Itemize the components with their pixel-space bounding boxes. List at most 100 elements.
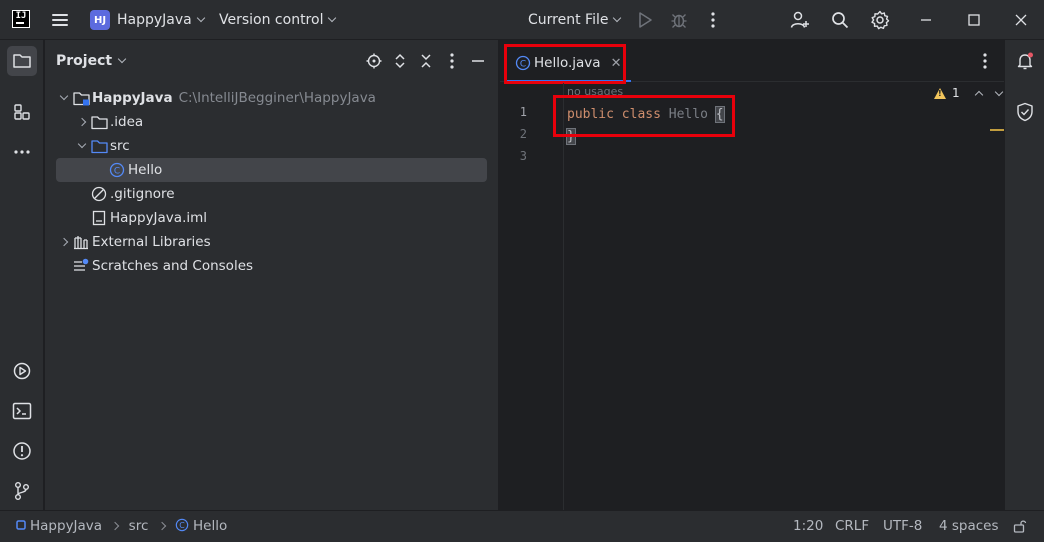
git-branch-icon: [15, 482, 29, 500]
tree-item-label: HappyJava.iml: [110, 210, 208, 226]
close-brace: }: [566, 128, 576, 145]
terminal-icon: [12, 402, 32, 420]
structure-tool-button[interactable]: [7, 97, 37, 127]
tab-hello-java[interactable]: C Hello.java ✕: [504, 46, 632, 82]
tree-item-gitignore[interactable]: .gitignore: [56, 182, 487, 206]
hide-panel-icon[interactable]: [469, 52, 487, 70]
folder-icon: [90, 113, 108, 131]
tree-item-idea[interactable]: .idea: [56, 110, 487, 134]
editor-tab-bar: C Hello.java ✕: [500, 40, 1004, 82]
indent-selector[interactable]: 4 spaces: [939, 518, 999, 534]
notifications-button[interactable]: [1010, 46, 1040, 76]
more-actions-icon[interactable]: [702, 9, 724, 31]
expand-arrow-icon[interactable]: [56, 90, 72, 106]
project-tool-button[interactable]: [7, 46, 37, 76]
read-only-toggle-icon[interactable]: [1013, 519, 1027, 537]
tree-item-scratches[interactable]: Scratches and Consoles: [56, 254, 487, 278]
expand-all-icon[interactable]: [391, 52, 409, 70]
warnings-count: 1: [952, 86, 960, 100]
git-tool-button[interactable]: [7, 476, 37, 506]
tree-item-label: .gitignore: [110, 186, 175, 202]
problems-tool-button[interactable]: [7, 436, 37, 466]
breadcrumb-happyjava[interactable]: HappyJava: [16, 518, 102, 534]
tree-item-label: Scratches and Consoles: [92, 258, 254, 274]
next-highlight-icon[interactable]: [994, 87, 1003, 96]
panel-options-icon[interactable]: [443, 52, 461, 70]
tab-label: Hello.java: [534, 55, 601, 71]
line-number: 2: [519, 127, 527, 141]
maximize-icon[interactable]: [963, 9, 985, 31]
bell-icon: [1017, 52, 1033, 70]
svg-text:C: C: [520, 60, 526, 70]
breadcrumb: HappyJava src C Hello: [16, 518, 227, 534]
chevron-down-icon: [328, 13, 337, 23]
tree-item-external-libraries[interactable]: External Libraries: [56, 230, 487, 254]
encoding-selector[interactable]: UTF-8: [883, 518, 922, 534]
collapse-all-icon[interactable]: [417, 52, 435, 70]
java-class-icon: C: [175, 518, 189, 532]
settings-gear-icon[interactable]: [869, 9, 891, 31]
usages-inlay-hint[interactable]: no usages: [567, 85, 623, 98]
vcs-label: Version control: [219, 12, 324, 28]
module-folder-icon: [72, 89, 90, 107]
right-tool-strip: [1004, 40, 1044, 510]
debug-icon[interactable]: [668, 9, 690, 31]
collapse-arrow-icon[interactable]: [56, 234, 72, 250]
services-tool-button[interactable]: [7, 356, 37, 386]
inspection-widget[interactable]: 1: [934, 86, 1003, 100]
chevron-down-icon: [613, 13, 622, 23]
panel-title: Project: [56, 53, 113, 69]
shield-icon: [1017, 102, 1033, 122]
code-line-1: public class Hello {: [567, 105, 725, 125]
intellij-logo[interactable]: IJ: [12, 10, 30, 28]
chevron-right-icon: [111, 521, 120, 531]
security-button[interactable]: [1010, 97, 1040, 127]
run-config-label: Current File: [528, 12, 609, 28]
close-window-icon[interactable]: [1010, 9, 1032, 31]
breadcrumb-hello[interactable]: C Hello: [175, 518, 227, 534]
more-tools-button[interactable]: [7, 137, 37, 167]
warning-icon: [934, 87, 946, 99]
terminal-tool-button[interactable]: [7, 396, 37, 426]
project-view-selector[interactable]: Project: [56, 53, 127, 69]
chevron-right-icon: [157, 521, 166, 531]
locate-file-icon[interactable]: [365, 52, 383, 70]
status-bar: HappyJava src C Hello 1:20 CRLF UTF-8 4 s…: [0, 510, 1044, 542]
previous-highlight-icon[interactable]: [974, 90, 983, 100]
vcs-menu[interactable]: Version control: [219, 12, 337, 28]
keyword-class: class: [621, 107, 661, 122]
expand-arrow-icon[interactable]: [74, 138, 90, 154]
line-separator-selector[interactable]: CRLF: [835, 518, 869, 534]
breadcrumb-label: src: [128, 518, 149, 534]
minimize-icon[interactable]: [915, 9, 937, 31]
ellipsis-icon: [14, 150, 30, 154]
main-menu-icon[interactable]: [50, 11, 70, 29]
chevron-down-icon: [117, 54, 127, 64]
tree-item-label: src: [110, 138, 130, 154]
svg-text:C: C: [179, 521, 185, 530]
tree-item-iml[interactable]: HappyJava.iml: [56, 206, 487, 230]
java-class-icon: C: [108, 161, 126, 179]
project-switcher[interactable]: HappyJava: [117, 12, 205, 28]
warning-stripe-mark[interactable]: [990, 129, 1004, 131]
code-editor[interactable]: no usages public class Hello { }: [565, 83, 1004, 510]
collapse-arrow-icon[interactable]: [74, 114, 90, 130]
caret-position[interactable]: 1:20: [793, 518, 823, 534]
scratches-icon: [72, 257, 90, 275]
java-class-icon: C: [514, 54, 532, 72]
run-config-selector[interactable]: Current File: [528, 12, 622, 28]
editor-tabs-options-icon[interactable]: [976, 52, 994, 70]
close-tab-icon[interactable]: ✕: [611, 56, 622, 71]
line-number: 1: [519, 105, 527, 119]
tree-item-label: .idea: [110, 114, 144, 130]
tree-item-label: HappyJava: [92, 90, 173, 106]
tree-item-src[interactable]: src: [56, 134, 487, 158]
project-badge[interactable]: HJ: [90, 10, 110, 30]
search-icon[interactable]: [829, 9, 851, 31]
module-icon: [16, 520, 26, 530]
breadcrumb-src[interactable]: src: [129, 518, 149, 534]
tree-item-happyjava[interactable]: HappyJava C:\IntelliJBegginer\HappyJava: [56, 86, 487, 110]
run-icon[interactable]: [634, 9, 656, 31]
add-user-icon[interactable]: [789, 9, 811, 31]
tree-item-hello[interactable]: C Hello: [56, 158, 487, 182]
